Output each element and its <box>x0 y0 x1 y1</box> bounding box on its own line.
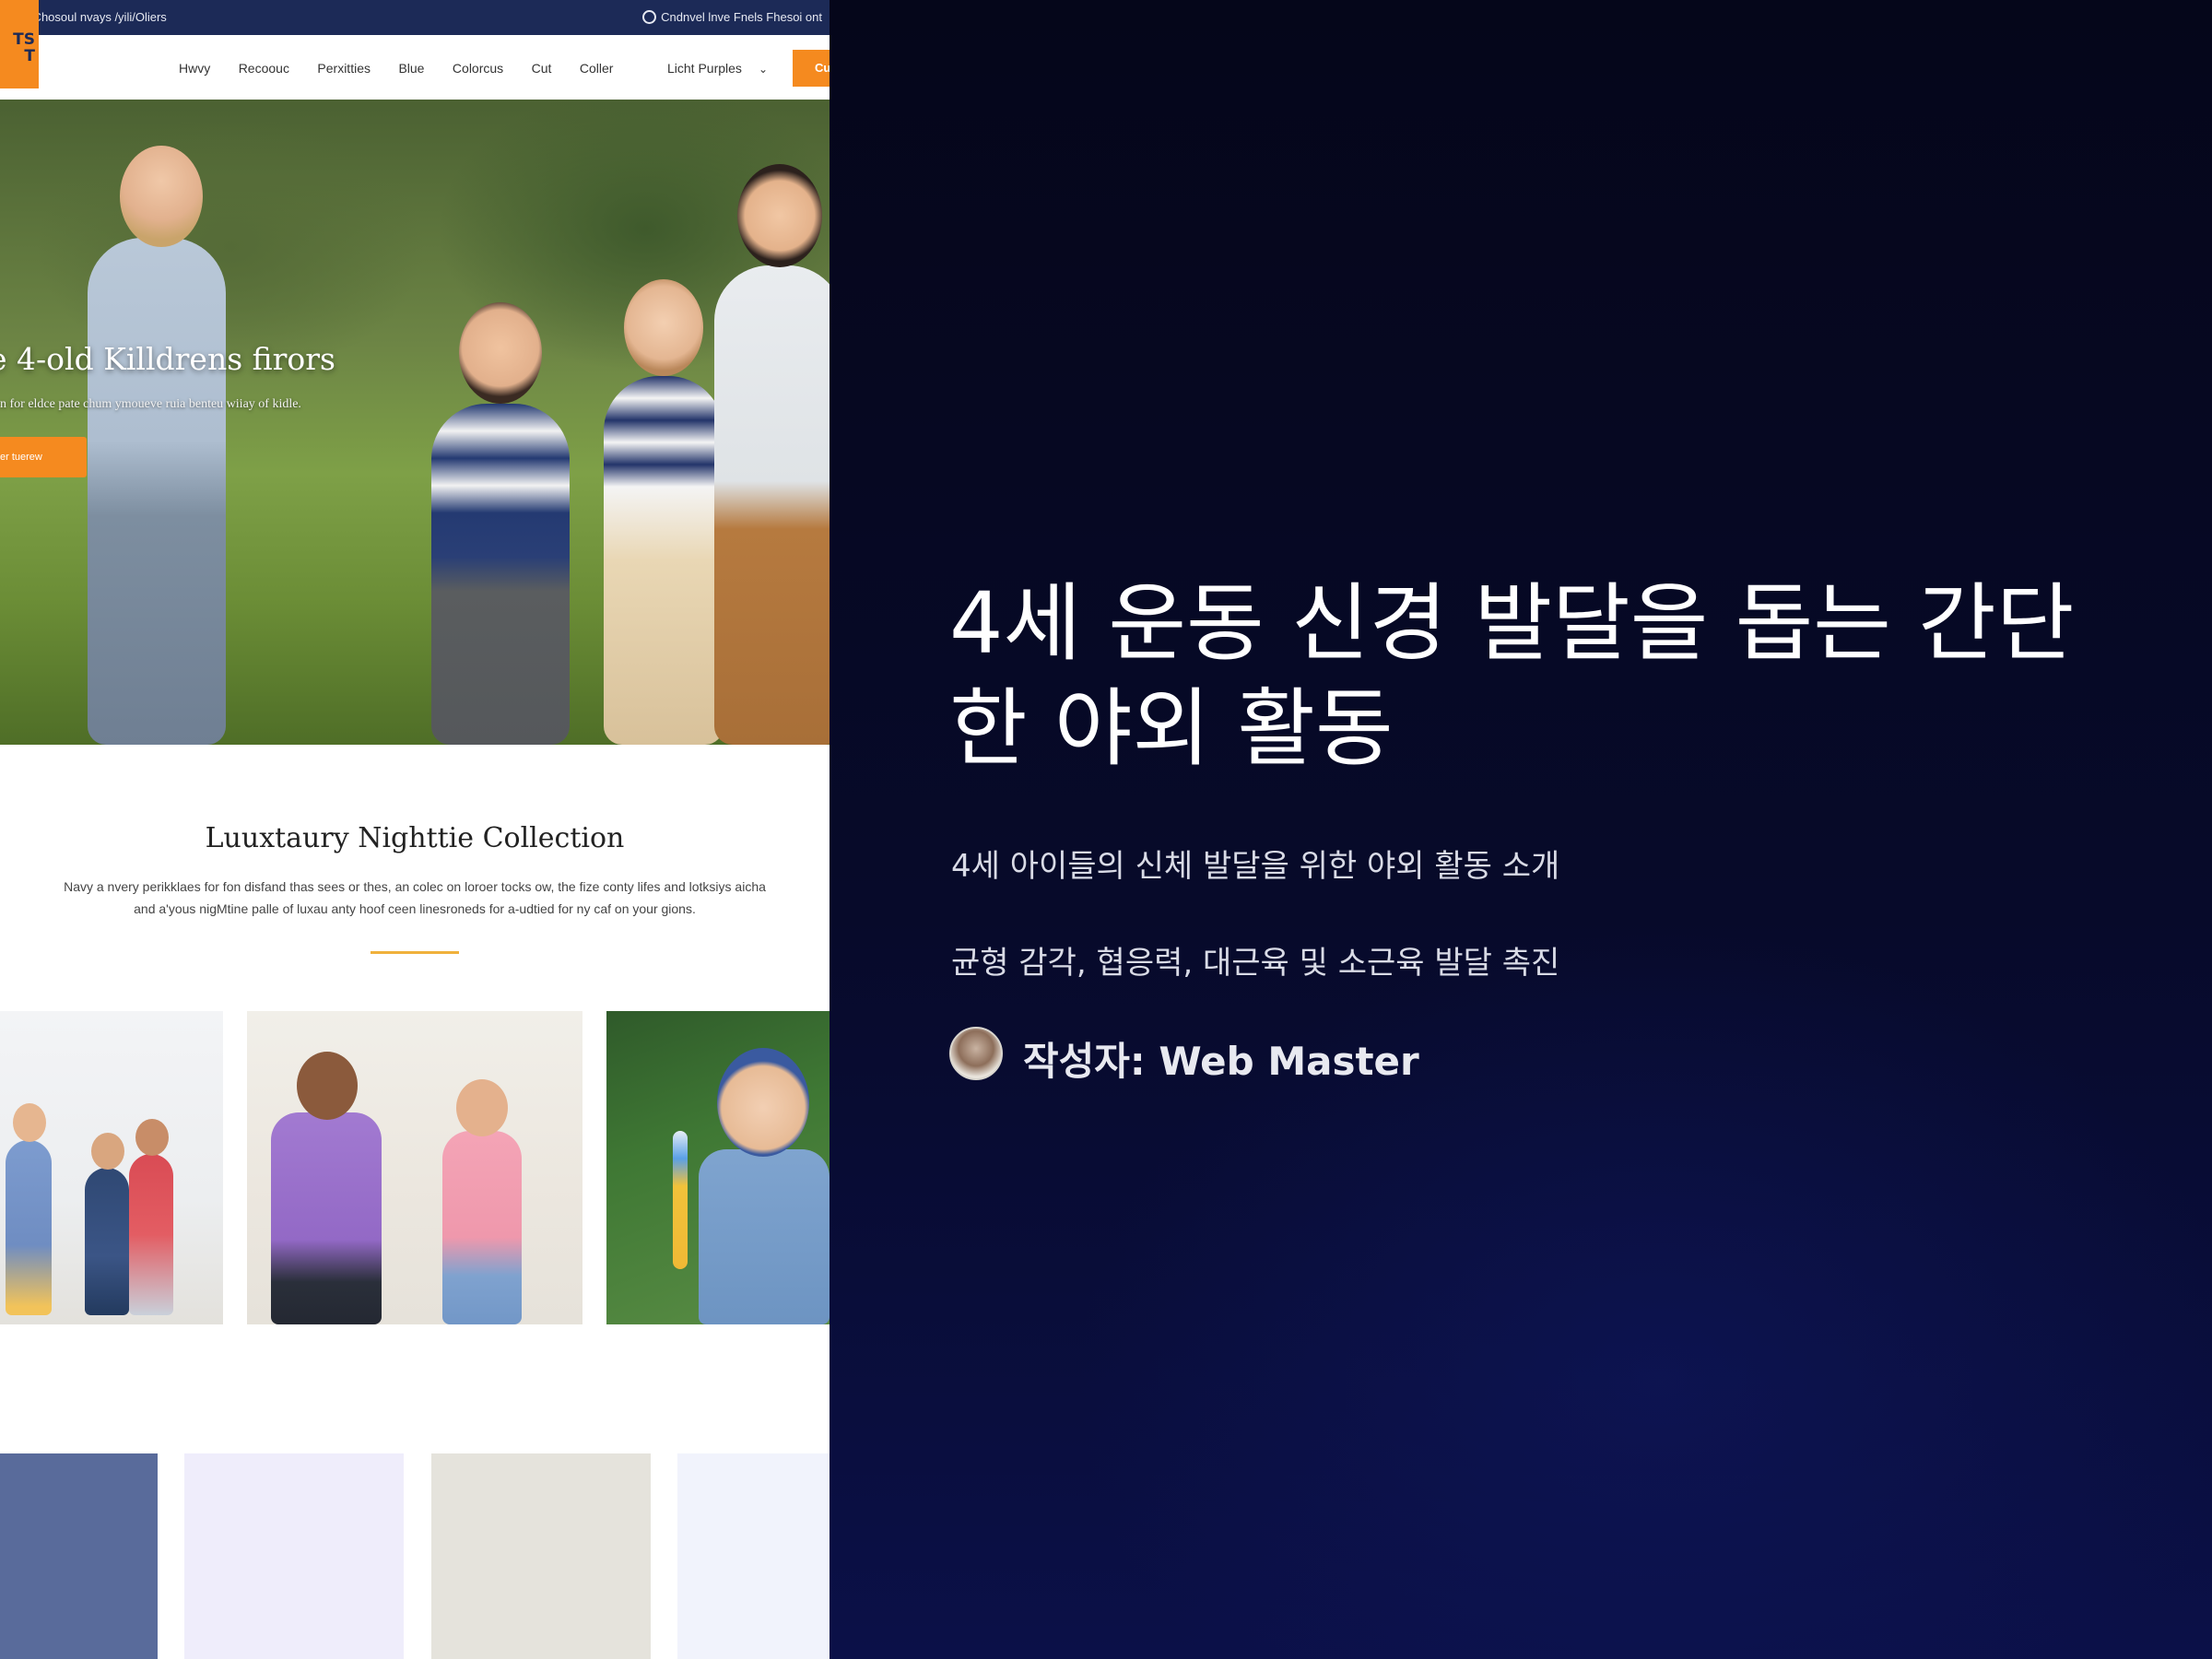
post-subtitle: 4세 아이들의 신체 발달을 위한 야외 활동 소개 <box>951 848 1560 885</box>
photo-child-head <box>456 1079 508 1136</box>
nav-link[interactable]: Recoouc <box>239 61 289 76</box>
nav-link[interactable]: Coller <box>580 61 614 76</box>
collection-description-line: Navy a nvery perikklaes for fon disfand … <box>64 879 766 894</box>
photo-child-head <box>13 1103 46 1142</box>
main-navigation: Hwvy Recoouc Perxitties Blue Colorcus Cu… <box>0 35 830 100</box>
color-swatch[interactable] <box>677 1453 830 1659</box>
photo-child-head <box>297 1052 358 1120</box>
nav-link[interactable]: Colorcus <box>453 61 503 76</box>
collection-description-line: and a'yous nigMtine palle of luxau anty … <box>134 901 696 916</box>
logo-text: TS T <box>13 30 35 65</box>
nav-link[interactable]: Hwvy <box>179 61 210 76</box>
notice-icon <box>642 10 657 24</box>
color-select-value: Licht Purples <box>667 61 742 76</box>
photo-child-figure <box>6 1103 52 1315</box>
gallery-photo[interactable] <box>0 1011 223 1324</box>
photo-child-figure <box>85 1133 129 1315</box>
photo-child-head <box>91 1133 124 1170</box>
hero-banner: e 4-old Killdrens firors n for eldce pat… <box>0 100 830 745</box>
photo-child-figure <box>129 1119 173 1315</box>
author-label: 작성자: Web Master <box>1023 1039 1419 1084</box>
post-subtitle-secondary: 균형 감각, 협응력, 대근육 및 소근육 발달 촉진 <box>951 945 1560 982</box>
gallery-photo[interactable] <box>247 1011 582 1324</box>
hero-child-figure <box>88 146 226 745</box>
color-swatch[interactable] <box>184 1453 404 1659</box>
site-logo[interactable]: TS T <box>0 0 39 88</box>
photo-child-head <box>717 1048 809 1157</box>
title-card: 4세 운동 신경 발달을 돕는 간단한 야외 활동 4세 아이들의 신체 발달을… <box>830 0 2212 1659</box>
hero-child-figure <box>431 302 570 745</box>
hero-child-head <box>120 146 203 247</box>
hero-child-head <box>624 279 703 376</box>
nav-link[interactable]: Perxitties <box>317 61 371 76</box>
hero-child-head <box>459 302 542 404</box>
top-notice[interactable]: Cndnvel lnve Fnels Fhesoi ont <box>642 10 822 24</box>
color-swatch[interactable] <box>0 1453 158 1659</box>
nav-link[interactable]: Cut <box>532 61 552 76</box>
color-swatch[interactable] <box>431 1453 651 1659</box>
collection-title: Luuxtaury Nighttie Collection <box>205 822 625 854</box>
hero-title: e 4-old Killdrens firors <box>0 341 335 377</box>
nav-cta-button[interactable]: Cu <box>793 50 830 87</box>
gallery-photo[interactable] <box>606 1011 830 1324</box>
photo-toy-wand <box>673 1131 688 1269</box>
chevron-down-icon: ⌄ <box>758 63 768 76</box>
nav-link[interactable]: Blue <box>398 61 424 76</box>
nav-links: Hwvy Recoouc Perxitties Blue Colorcus Cu… <box>179 61 637 77</box>
post-title: 4세 운동 신경 발달을 돕는 간단한 야외 활동 <box>949 574 2075 778</box>
notice-text: Cndnvel lnve Fnels Fhesoi ont <box>661 10 822 24</box>
website-preview: oos | Chosoul nvays /yili/Oliers Cndnvel… <box>0 0 830 1659</box>
hero-cta-button[interactable]: er tuerew <box>0 437 87 477</box>
photo-child-figure <box>442 1079 522 1324</box>
hero-child-figure <box>714 164 830 745</box>
avatar[interactable] <box>949 1027 1003 1080</box>
photo-child-head <box>135 1119 169 1156</box>
photo-child-figure <box>699 1048 830 1324</box>
hero-subtitle: n for eldce pate chum ymoueve ruia bente… <box>0 397 301 411</box>
photo-child-figure <box>271 1052 382 1324</box>
hero-child-head <box>737 164 822 267</box>
section-divider <box>371 951 459 954</box>
color-select[interactable]: Licht Purples ⌄ <box>667 61 768 76</box>
collection-description: Navy a nvery perikklaes for fon disfand … <box>0 876 830 920</box>
hero-child-figure <box>604 279 724 745</box>
top-bar: oos | Chosoul nvays /yili/Oliers Cndnvel… <box>0 0 830 35</box>
